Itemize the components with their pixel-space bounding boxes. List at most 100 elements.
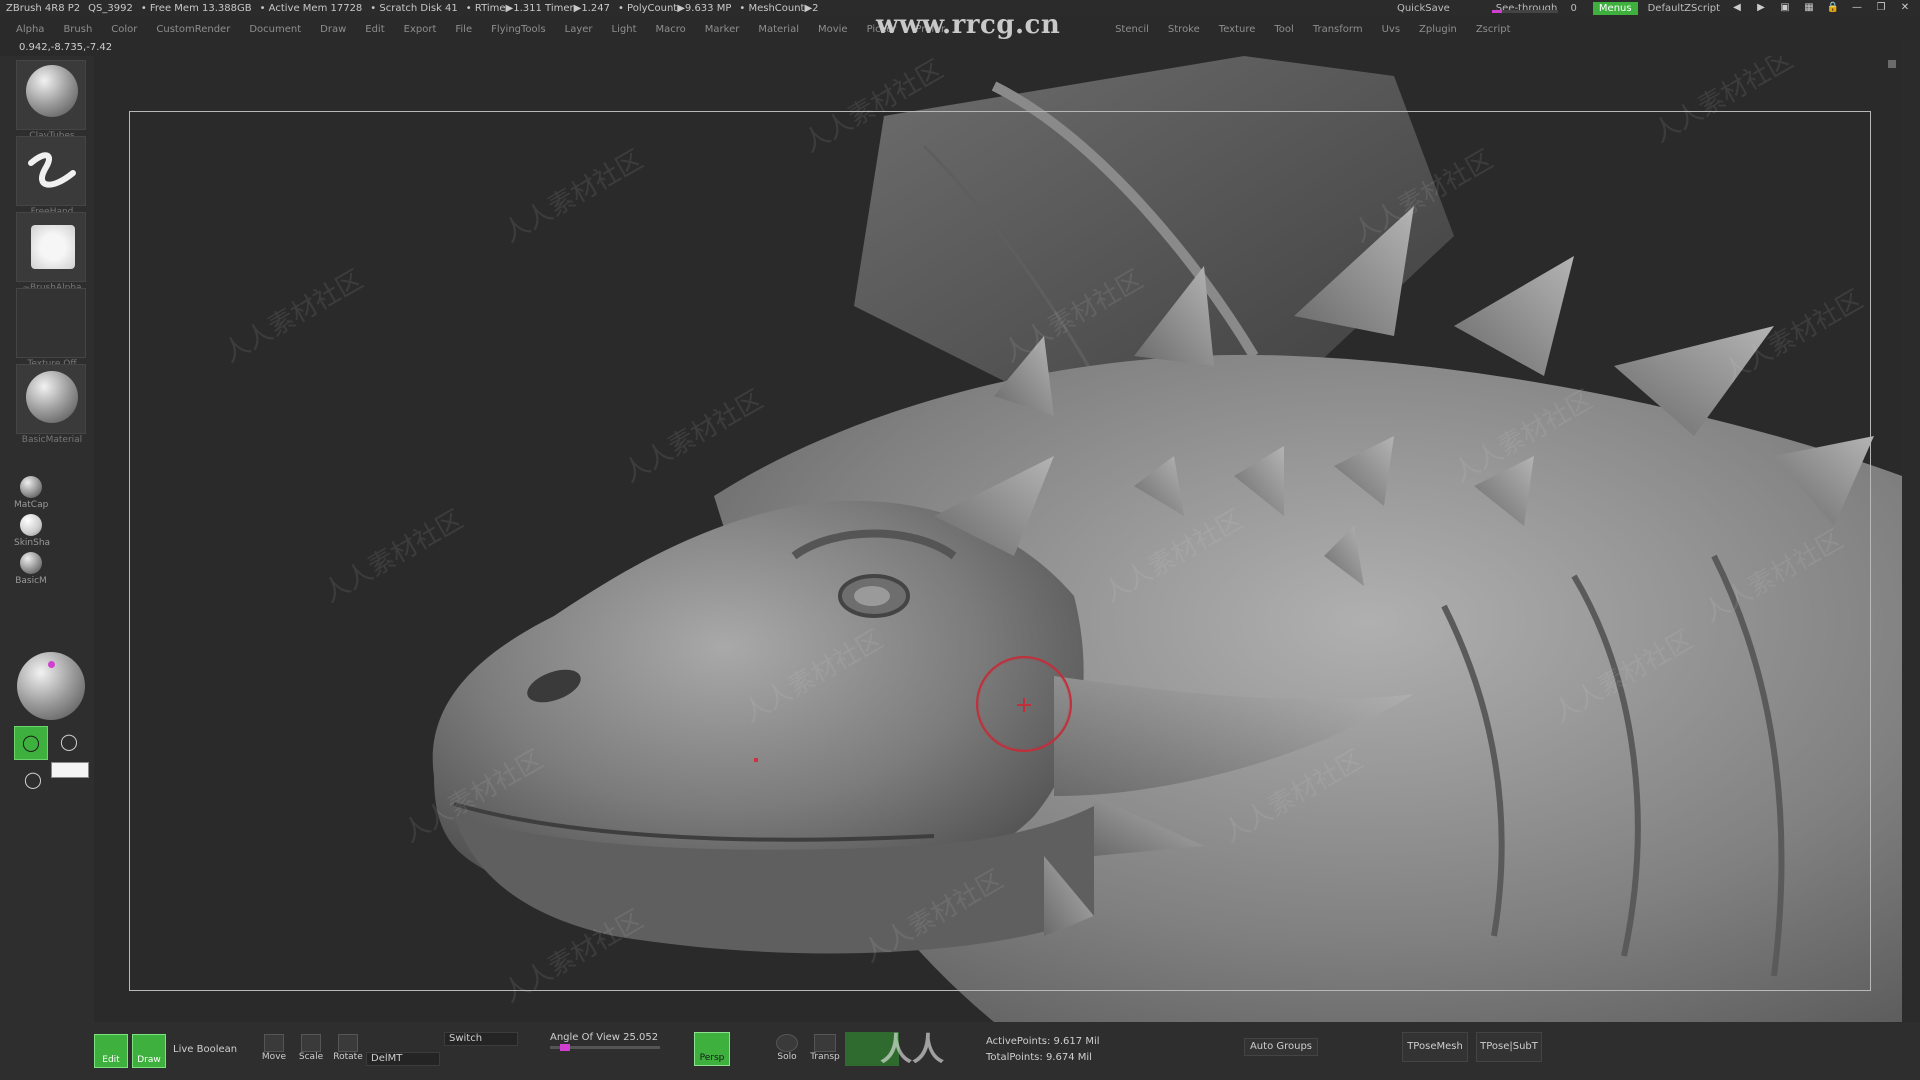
material-slot[interactable]: SkinSha [14,514,51,548]
skinshade-icon [20,514,42,536]
tpose-subt-button[interactable]: TPose|SubT [1476,1032,1542,1062]
material-preview-icon [26,371,78,423]
draw-button[interactable]: Draw [132,1034,166,1068]
menu-layer[interactable]: Layer [565,24,593,35]
light-bulb-icon[interactable]: ◯ [60,732,78,751]
alpha-preview-icon [31,225,75,269]
material-label: BasicMaterial [21,435,83,445]
tray-toggle-icon[interactable] [1888,60,1896,68]
document-frame [129,111,1871,991]
seethrough-track [1491,9,1558,13]
menu-document[interactable]: Document [249,24,301,35]
coordinate-readout: 0.942,-8.735,-7.42 [19,42,113,53]
light-bulb-icon[interactable]: ◯ [14,726,48,760]
material-slot-label: MatCap [14,500,49,510]
seethrough-thumb[interactable] [1491,9,1502,13]
title-stat: • Scratch Disk 41 [370,2,458,14]
color-picker-handle[interactable] [48,661,55,668]
menu-export[interactable]: Export [404,24,437,35]
close-icon[interactable]: ✕ [1898,2,1912,14]
main-color-swatch[interactable] [51,762,89,778]
scale-button[interactable]: Scale [295,1034,327,1068]
transp-icon [814,1034,836,1052]
layout-alt-icon[interactable]: ▦ [1802,2,1816,14]
tpose-subt-label: TPose|SubT [1480,1041,1538,1052]
menu-transform[interactable]: Transform [1313,24,1363,35]
restore-icon[interactable]: ❐ [1874,2,1888,14]
material-slot[interactable]: MatCap [14,476,48,510]
auto-groups-button[interactable]: Auto Groups [1244,1038,1318,1056]
live-boolean-button[interactable]: Live Boolean [173,1044,237,1055]
document-canvas[interactable]: 人人素材社区 人人素材社区 人人素材社区 人人素材社区 人人素材社区 人人素材社… [94,56,1902,1022]
menu-file[interactable]: File [455,24,472,35]
menu-texture[interactable]: Texture [1219,24,1256,35]
angle-of-view-thumb[interactable] [560,1044,570,1051]
move-button[interactable]: Move [258,1034,290,1068]
menu-movie[interactable]: Movie [818,24,848,35]
switch-label: Switch [449,1033,483,1044]
menus-toggle[interactable]: Menus [1592,1,1638,15]
bottom-shelf: Edit Draw Live Boolean Move Scale Rotate… [0,1022,1920,1080]
switch-field[interactable]: Switch [444,1032,518,1046]
angle-of-view-slider[interactable] [550,1044,660,1051]
menu-light[interactable]: Light [612,24,637,35]
transp-label: Transp [810,1052,840,1062]
delmt-field[interactable]: DelMT [366,1052,440,1066]
angle-of-view-label: Angle Of View 25.052 [550,1032,659,1043]
layout-next-icon[interactable]: ▶ [1754,2,1768,14]
title-stat: • Active Mem 17728 [259,2,363,14]
lock-icon[interactable]: 🔒 [1826,2,1840,14]
title-stat: • PolyCount▶9.633 MP [617,2,732,14]
tpose-mesh-button[interactable]: TPoseMesh [1402,1032,1468,1062]
menu-marker[interactable]: Marker [705,24,740,35]
tpose-mesh-label: TPoseMesh [1407,1041,1463,1052]
persp-button[interactable]: Persp [694,1032,730,1066]
transp-button[interactable]: Transp [808,1034,842,1068]
scale-label: Scale [298,1052,324,1062]
menu-macro[interactable]: Macro [656,24,686,35]
menu-alpha[interactable]: Alpha [16,24,44,35]
rotate-button[interactable]: Rotate [332,1034,364,1068]
draw-label: Draw [137,1055,161,1065]
layout-icon[interactable]: ▣ [1778,2,1792,14]
solo-button[interactable]: Solo [770,1034,804,1068]
menu-stroke[interactable]: Stroke [1168,24,1200,35]
menu-color[interactable]: Color [111,24,137,35]
total-points-readout: TotalPoints: 9.674 Mil [986,1052,1092,1063]
minimize-icon[interactable]: — [1850,2,1864,14]
title-right-controls: QuickSave See-through 0 Menus DefaultZSc… [1397,0,1920,16]
rotate-label: Rotate [333,1052,363,1062]
material-slot-label: SkinSha [14,538,51,548]
alpha-selector[interactable]: ~BrushAlpha [16,212,86,293]
menu-edit[interactable]: Edit [365,24,384,35]
light-bulb-icon[interactable]: ◯ [24,770,42,789]
seethrough-slider[interactable]: See-through 0 [1490,3,1583,14]
matcap-icon [20,476,42,498]
menu-uvs[interactable]: Uvs [1382,24,1400,35]
menu-flyingtools[interactable]: FlyingTools [491,24,546,35]
menu-customrender[interactable]: CustomRender [156,24,230,35]
default-script-button[interactable]: DefaultZScript [1648,3,1720,14]
brush-selector[interactable]: ClayTubes [16,60,86,141]
menu-brush[interactable]: Brush [63,24,92,35]
auto-groups-label: Auto Groups [1249,1041,1313,1052]
material-slot[interactable]: BasicM [14,552,48,586]
menu-zscript[interactable]: Zscript [1476,24,1511,35]
stroke-selector[interactable]: FreeHand [16,136,86,217]
watermark-url: www.rrcg.cn [876,10,1061,40]
menu-material[interactable]: Material [758,24,799,35]
pivot-marker [754,758,758,762]
right-tray[interactable] [1902,40,1920,1040]
edit-button[interactable]: Edit [94,1034,128,1068]
title-stat: • MeshCount▶2 [739,2,819,14]
menu-tool[interactable]: Tool [1274,24,1293,35]
texture-selector[interactable]: Texture Off [16,288,86,369]
edit-label: Edit [102,1055,120,1065]
menu-zplugin[interactable]: Zplugin [1419,24,1457,35]
quicksave-button[interactable]: QuickSave [1397,3,1450,14]
menu-draw[interactable]: Draw [320,24,346,35]
layout-prev-icon[interactable]: ◀ [1730,2,1744,14]
menu-stencil[interactable]: Stencil [1115,24,1149,35]
material-slot-label: BasicM [15,576,47,586]
material-selector[interactable]: BasicMaterial [16,364,86,445]
